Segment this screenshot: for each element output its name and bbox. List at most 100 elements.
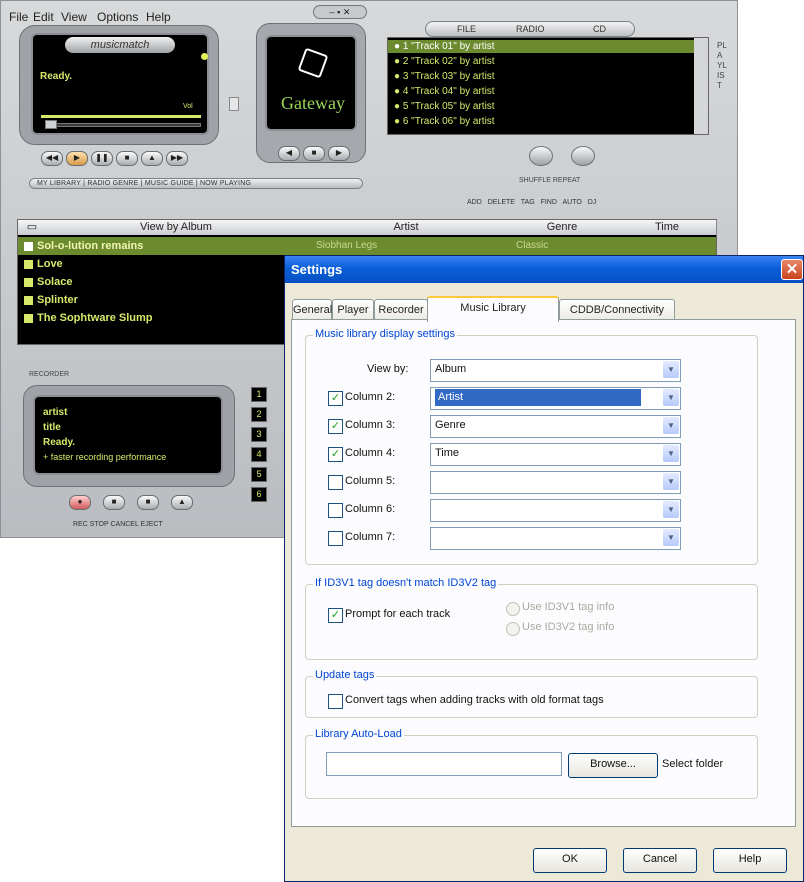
column-header-artist[interactable]: Artist (306, 220, 507, 235)
nav-tabs-labels[interactable]: MY LIBRARY | RADIO GENRE | MUSIC GUIDE |… (37, 180, 251, 187)
column-6-select[interactable]: ▼ (430, 499, 681, 522)
chevron-down-icon[interactable]: ▼ (663, 445, 679, 462)
playlist-item[interactable]: ● 2 "Track 02" by artist (388, 55, 694, 68)
gateway-prev-button[interactable]: ◀ (278, 146, 300, 161)
chevron-down-icon[interactable]: ▼ (663, 501, 679, 518)
menu-edit[interactable]: Edit (33, 10, 54, 24)
prompt-checkbox[interactable]: ✓ (328, 608, 343, 623)
tab-radio[interactable]: RADIO (516, 24, 545, 34)
window-controls[interactable]: – ▪ ✕ (313, 5, 367, 19)
rec-cancel-button[interactable]: ■ (137, 495, 159, 510)
dialog-title: Settings (291, 262, 343, 277)
rec-eject-button[interactable]: ▲ (171, 495, 193, 510)
musicmatch-logo: musicmatch (65, 37, 175, 53)
seek-thumb[interactable] (45, 120, 57, 129)
view-by-select[interactable]: Album ▼ (430, 359, 681, 382)
shuffle-button[interactable] (529, 146, 553, 166)
playlist-item[interactable]: ● 5 "Track 05" by artist (388, 100, 694, 113)
settings-dialog: Settings ✕ General Player Recorder Music… (284, 255, 804, 882)
menu-file[interactable]: File (9, 10, 28, 24)
column-2-select[interactable]: Artist ▼ (430, 387, 681, 410)
next-button[interactable]: ▶▶ (166, 151, 188, 166)
library-row[interactable]: Sol-o-lution remains Siobhan Legs Classi… (18, 237, 716, 255)
gateway-next-button[interactable]: ▶ (328, 146, 350, 161)
seek-bar[interactable] (45, 123, 201, 127)
close-icon[interactable]: ✕ (781, 259, 803, 280)
column-5-select[interactable]: ▼ (430, 471, 681, 494)
tab-cd[interactable]: CD (593, 24, 606, 34)
gateway-play-button[interactable]: ■ (303, 146, 325, 161)
group-id3-label: If ID3V1 tag doesn't match ID3V2 tag (313, 577, 499, 589)
tab-player[interactable]: Player (332, 299, 374, 320)
convert-tags-checkbox[interactable] (328, 694, 343, 709)
library-row[interactable]: Solace (18, 273, 298, 291)
track-number[interactable]: 6 (251, 487, 267, 502)
playlist-item[interactable]: ● 4 "Track 04" by artist (388, 85, 694, 98)
tab-music-library[interactable]: Music Library (427, 296, 559, 322)
group-autoload-label: Library Auto-Load (313, 728, 404, 740)
column-header-time[interactable]: Time (618, 220, 717, 235)
playlist-item[interactable]: ● 6 "Track 06" by artist (388, 115, 694, 128)
library-row[interactable]: The Sophtware Slump (18, 309, 298, 327)
chevron-down-icon[interactable]: ▼ (663, 417, 679, 434)
column-3-checkbox[interactable]: ✓ (328, 419, 343, 434)
chevron-down-icon[interactable]: ▼ (663, 389, 679, 406)
column-header-genre[interactable]: Genre (506, 220, 619, 235)
library-row[interactable]: Splinter (18, 291, 298, 309)
track-number[interactable]: 4 (251, 447, 267, 462)
menu-help[interactable]: Help (146, 10, 171, 24)
column-6-label: Column 6: (345, 503, 396, 515)
tab-file[interactable]: FILE (457, 24, 476, 34)
stop-button[interactable]: ■ (116, 151, 138, 166)
track-number[interactable]: 5 (251, 467, 267, 482)
chevron-down-icon[interactable]: ▼ (663, 473, 679, 490)
cow-logo-icon (297, 47, 329, 79)
prompt-label: Prompt for each track (345, 608, 451, 620)
play-button[interactable]: ▶ (66, 151, 88, 166)
column-6-checkbox[interactable] (328, 503, 343, 518)
column-4-checkbox[interactable]: ✓ (328, 447, 343, 462)
display-toggle[interactable] (229, 97, 239, 111)
column-3-label: Column 3: (345, 419, 396, 431)
playlist-item[interactable]: ● 1 "Track 01" by artist (388, 40, 694, 53)
pause-button[interactable]: ❚❚ (91, 151, 113, 166)
track-number[interactable]: 2 (251, 407, 267, 422)
recorder-option: + faster recording performance (43, 452, 167, 462)
tab-recorder[interactable]: Recorder (374, 299, 428, 320)
track-number-list: 1 2 3 4 5 6 (251, 385, 285, 511)
prev-button[interactable]: ◀◀ (41, 151, 63, 166)
playlist-item[interactable]: ● 3 "Track 03" by artist (388, 70, 694, 83)
column-7-checkbox[interactable] (328, 531, 343, 546)
tab-cddb-connectivity[interactable]: CDDB/Connectivity (559, 299, 675, 320)
use-id3v1-radio[interactable] (506, 602, 520, 616)
browse-button[interactable]: Browse... (568, 753, 658, 778)
track-number[interactable]: 1 (251, 387, 267, 402)
repeat-button[interactable] (571, 146, 595, 166)
library-row[interactable]: Love (18, 255, 298, 273)
record-button[interactable]: ● (69, 495, 91, 510)
playlist-scrollbar[interactable] (694, 38, 708, 134)
column-3-select[interactable]: Genre ▼ (430, 415, 681, 438)
column-7-select[interactable]: ▼ (430, 527, 681, 550)
column-header-album[interactable]: View by Album (46, 220, 307, 235)
use-id3v1-label: Use ID3V1 tag info (522, 601, 615, 613)
menu-view[interactable]: View (61, 10, 87, 24)
cancel-button[interactable]: Cancel (623, 848, 697, 873)
menu-options[interactable]: Options (97, 10, 138, 24)
eject-button[interactable]: ▲ (141, 151, 163, 166)
ok-button[interactable]: OK (533, 848, 607, 873)
use-id3v2-radio[interactable] (506, 622, 520, 636)
dialog-titlebar[interactable]: Settings ✕ (285, 256, 803, 283)
rec-stop-button[interactable]: ■ (103, 495, 125, 510)
column-5-checkbox[interactable] (328, 475, 343, 490)
column-4-select[interactable]: Time ▼ (430, 443, 681, 466)
autoload-folder-input[interactable] (326, 752, 562, 776)
track-number[interactable]: 3 (251, 427, 267, 442)
folder-icon[interactable]: ▭ (18, 220, 47, 235)
tab-general[interactable]: General (292, 299, 332, 320)
chevron-down-icon[interactable]: ▼ (663, 529, 679, 546)
column-2-checkbox[interactable]: ✓ (328, 391, 343, 406)
help-button[interactable]: Help (713, 848, 787, 873)
chevron-down-icon[interactable]: ▼ (663, 361, 679, 378)
library-toolbar[interactable]: ADD DELETE TAG FIND AUTO DJ (467, 199, 596, 206)
